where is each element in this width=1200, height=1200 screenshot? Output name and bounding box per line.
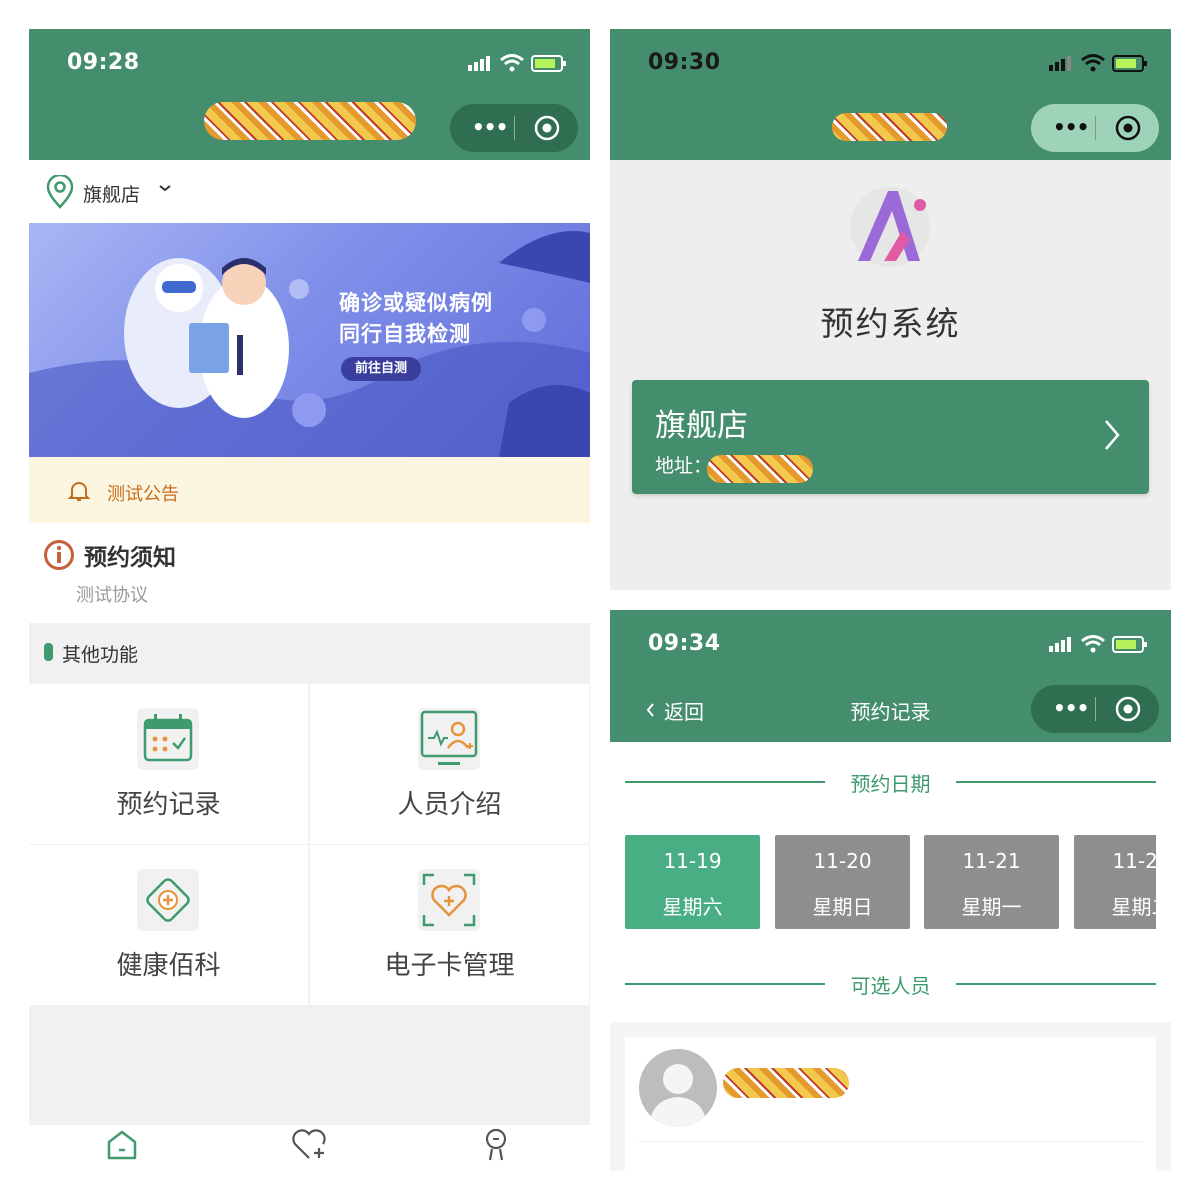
status-icons [1049,632,1149,656]
booking-records-screen: 09:34 返回 预约记录 ••• 预约日期 11-19 星期六 11-20 星… [610,610,1171,1171]
date-option-11-20[interactable]: 11-20 星期日 [775,835,910,929]
date-option-11-21[interactable]: 11-21 星期一 [924,835,1059,929]
system-header: 09:30 ••• [610,29,1171,160]
redacted-staff-name [723,1068,849,1098]
more-icon[interactable]: ••• [1053,696,1089,720]
feature-label: 预约记录 [116,790,221,820]
store-name: 旗舰店 [83,184,141,206]
empty-area [29,1005,590,1125]
banner-line-1: 确诊或疑似病例 [339,291,493,315]
date-selector: 11-19 星期六 11-20 星期日 11-21 星期一 11-22 星期二 [625,835,1156,929]
close-miniapp-icon[interactable] [534,115,560,141]
agreement-link[interactable]: 测试协议 [76,581,148,607]
store-address: 地址： [655,455,713,477]
status-time: 09:34 [648,631,721,656]
staff-profile-icon [418,708,480,770]
favorite-add-icon[interactable] [290,1127,328,1163]
staff-section-title: 可选人员 [850,974,931,998]
date-value: 11-21 [962,849,1021,873]
other-functions-title: 其他功能 [62,644,139,666]
home-header: 09:28 ••• [29,29,590,160]
announcement-text: 测试公告 [107,484,179,505]
profile-icon[interactable] [478,1127,514,1163]
weekday: 星期一 [961,895,1022,919]
section-marker [44,643,53,661]
redacted-address [707,455,813,483]
health-plus-icon [137,869,199,931]
info-icon [44,540,74,570]
booking-system-screen: 09:30 ••• 预约系统 旗舰店 地址： [610,29,1171,590]
status-time: 09:28 [67,50,140,75]
booking-notice-title: 预约须知 [84,545,176,571]
booking-notice-section[interactable]: 预约须知 测试协议 [29,523,590,623]
date-value: 11-20 [813,849,872,873]
divider [639,1141,1142,1142]
feature-booking-records[interactable]: 预约记录 [29,684,308,844]
weekday: 星期二 [1111,895,1157,919]
location-pin-icon [46,175,74,209]
home-screen: 09:28 ••• 旗舰店 确诊或疑似病例 同行自我检测 前往自测 测试公告 预… [29,29,590,1175]
status-icons [468,51,568,75]
self-test-banner[interactable]: 确诊或疑似病例 同行自我检测 前往自测 [29,223,590,457]
avatar [639,1049,717,1127]
close-miniapp-icon[interactable] [1115,696,1141,722]
person-placeholder-icon [649,1064,707,1127]
feature-label: 人员介绍 [397,790,502,820]
feature-health-wiki[interactable]: 健康佰科 [29,845,308,1005]
bell-icon [67,482,91,501]
feature-label: 健康佰科 [116,951,221,981]
records-header: 09:34 返回 预约记录 ••• [610,610,1171,742]
store-card[interactable]: 旗舰店 地址： [632,380,1149,494]
date-value: 11-22 [1112,849,1156,873]
staff-section-header: 可选人员 [625,968,1156,998]
self-test-button[interactable]: 前往自测 [341,357,422,381]
status-time: 09:30 [648,50,721,75]
feature-e-card[interactable]: 电子卡管理 [310,845,589,1005]
weekday: 星期六 [662,895,723,919]
chevron-down-icon [159,185,171,192]
store-name: 旗舰店 [655,408,748,444]
date-section-header: 预约日期 [625,766,1156,796]
date-option-11-22[interactable]: 11-22 星期二 [1074,835,1156,929]
other-functions-header: 其他功能 [29,623,590,683]
heart-card-icon [418,869,480,931]
more-icon[interactable]: ••• [1053,115,1089,139]
calendar-icon [137,708,199,770]
system-title: 预约系统 [820,304,961,343]
date-option-11-19[interactable]: 11-19 星期六 [625,835,760,929]
tab-bar [29,1125,590,1175]
app-logo [850,187,930,267]
banner-illustration [29,231,590,457]
feature-staff-intro[interactable]: 人员介绍 [310,684,589,844]
redacted-title [832,113,947,141]
date-section-title: 预约日期 [850,772,931,796]
menu-capsule[interactable]: ••• [1031,104,1159,152]
date-value: 11-19 [663,849,722,873]
feature-label: 电子卡管理 [384,951,515,981]
weekday: 星期日 [812,895,873,919]
close-miniapp-icon[interactable] [1115,115,1141,141]
banner-line-2: 同行自我检测 [339,322,471,346]
staff-item[interactable] [625,1037,1156,1171]
menu-capsule[interactable]: ••• [1031,685,1159,733]
redacted-title [204,102,416,140]
home-icon[interactable] [104,1127,140,1163]
feature-grid: 预约记录 人员介绍 健康佰科 电子卡管理 [29,683,590,1005]
more-icon[interactable]: ••• [472,115,508,139]
store-selector[interactable]: 旗舰店 [29,160,590,222]
status-icons [1049,51,1149,75]
chevron-right-icon [1105,420,1120,450]
menu-capsule[interactable]: ••• [450,104,578,152]
announcement-bar[interactable]: 测试公告 [29,457,590,523]
